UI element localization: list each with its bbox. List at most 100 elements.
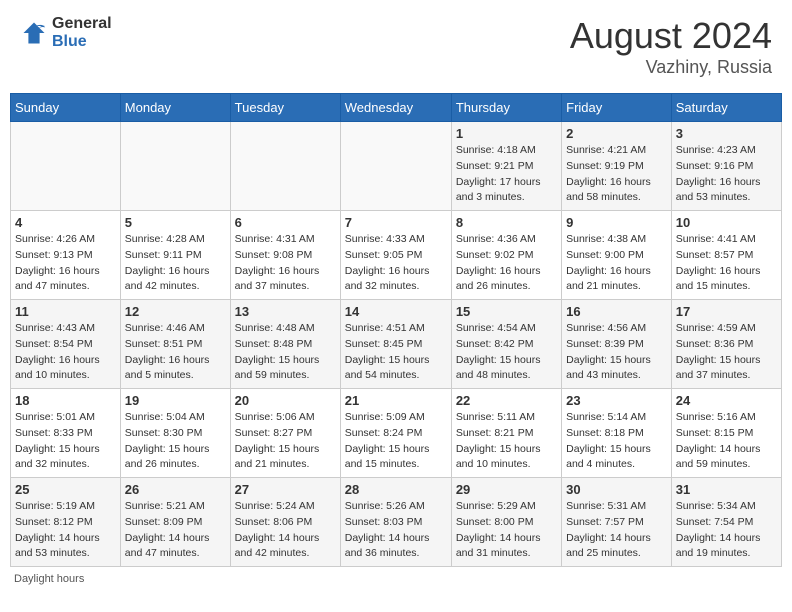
calendar-cell: 16Sunrise: 4:56 AM Sunset: 8:39 PM Dayli… (562, 300, 672, 389)
day-number: 8 (456, 215, 557, 230)
weekday-header: Monday (120, 94, 230, 122)
day-number: 26 (125, 482, 226, 497)
calendar-cell: 20 Sunrise: 5:06 AM Sunset: 8:27 PM Dayli… (230, 389, 340, 478)
calendar-cell (120, 122, 230, 211)
calendar-cell (11, 122, 121, 211)
day-number: 5 (125, 215, 226, 230)
day-info: Sunrise: 4:33 AM Sunset: 9:05 PM Dayligh… (345, 232, 447, 295)
day-number: 9 (566, 215, 667, 230)
calendar-cell: 15Sunrise: 4:54 AM Sunset: 8:42 PM Dayli… (451, 300, 561, 389)
calendar-cell: 11 Sunrise: 4:43 AM Sunset: 8:54 PM Dayli… (11, 300, 121, 389)
day-number: 24 (676, 393, 777, 408)
calendar-cell: 7 Sunrise: 4:33 AM Sunset: 9:05 PM Daylig… (340, 211, 451, 300)
calendar-cell: 9 Sunrise: 4:38 AM Sunset: 9:00 PM Daylig… (562, 211, 672, 300)
day-number: 30 (566, 482, 667, 497)
calendar-cell: 3 Sunrise: 4:23 AM Sunset: 9:16 PM Daylig… (671, 122, 781, 211)
day-info: Sunrise: 4:31 AM Sunset: 9:08 PM Dayligh… (235, 232, 336, 295)
calendar-cell: 31Sunrise: 5:34 AM Sunset: 7:54 PM Dayli… (671, 478, 781, 567)
calendar-cell: 22 Sunrise: 5:11 AM Sunset: 8:21 PM Dayli… (451, 389, 561, 478)
calendar-cell: 27Sunrise: 5:24 AM Sunset: 8:06 PM Dayli… (230, 478, 340, 567)
calendar-cell: 12 Sunrise: 4:46 AM Sunset: 8:51 PM Dayli… (120, 300, 230, 389)
day-info: Sunrise: 5:34 AM Sunset: 7:54 PM Dayligh… (676, 499, 777, 562)
calendar-cell: 10 Sunrise: 4:41 AM Sunset: 8:57 PM Dayli… (671, 211, 781, 300)
day-number: 6 (235, 215, 336, 230)
day-number: 13 (235, 304, 336, 319)
footer-note: Daylight hours (10, 573, 782, 585)
day-number: 23 (566, 393, 667, 408)
calendar-cell (230, 122, 340, 211)
calendar-cell: 26 Sunrise: 5:21 AM Sunset: 8:09 PM Dayli… (120, 478, 230, 567)
daylight-label: Daylight hours (14, 573, 84, 585)
day-number: 17 (676, 304, 777, 319)
calendar-cell: 6 Sunrise: 4:31 AM Sunset: 9:08 PM Daylig… (230, 211, 340, 300)
calendar-cell: 18 Sunrise: 5:01 AM Sunset: 8:33 PM Dayli… (11, 389, 121, 478)
day-info: Sunrise: 4:36 AM Sunset: 9:02 PM Dayligh… (456, 232, 557, 295)
calendar-cell: 13 Sunrise: 4:48 AM Sunset: 8:48 PM Dayli… (230, 300, 340, 389)
day-number: 2 (566, 126, 667, 141)
day-info: Sunrise: 4:23 AM Sunset: 9:16 PM Dayligh… (676, 143, 777, 206)
calendar-cell: 14Sunrise: 4:51 AM Sunset: 8:45 PM Dayli… (340, 300, 451, 389)
day-number: 12 (125, 304, 226, 319)
day-info: Sunrise: 5:09 AM Sunset: 8:24 PM Dayligh… (345, 410, 447, 473)
day-info: Sunrise: 5:01 AM Sunset: 8:33 PM Dayligh… (15, 410, 116, 473)
day-info: Sunrise: 5:31 AM Sunset: 7:57 PM Dayligh… (566, 499, 667, 562)
day-info: Sunrise: 5:14 AM Sunset: 8:18 PM Dayligh… (566, 410, 667, 473)
calendar-cell: 5 Sunrise: 4:28 AM Sunset: 9:11 PM Daylig… (120, 211, 230, 300)
calendar-cell (340, 122, 451, 211)
day-number: 22 (456, 393, 557, 408)
day-number: 7 (345, 215, 447, 230)
weekday-header: Friday (562, 94, 672, 122)
weekday-header: Saturday (671, 94, 781, 122)
calendar-cell: 2 Sunrise: 4:21 AM Sunset: 9:19 PM Daylig… (562, 122, 672, 211)
day-info: Sunrise: 5:21 AM Sunset: 8:09 PM Dayligh… (125, 499, 226, 562)
day-info: Sunrise: 5:11 AM Sunset: 8:21 PM Dayligh… (456, 410, 557, 473)
month-title: August 2024 (570, 15, 772, 57)
page-header: General Blue August 2024 Vazhiny, Russia (10, 10, 782, 83)
day-number: 18 (15, 393, 116, 408)
day-number: 3 (676, 126, 777, 141)
calendar-cell: 8 Sunrise: 4:36 AM Sunset: 9:02 PM Daylig… (451, 211, 561, 300)
day-number: 25 (15, 482, 116, 497)
day-info: Sunrise: 4:59 AM Sunset: 8:36 PM Dayligh… (676, 321, 777, 384)
logo-icon (20, 19, 48, 47)
calendar-week-row: 18 Sunrise: 5:01 AM Sunset: 8:33 PM Dayli… (11, 389, 782, 478)
day-info: Sunrise: 4:28 AM Sunset: 9:11 PM Dayligh… (125, 232, 226, 295)
weekday-header: Thursday (451, 94, 561, 122)
day-info: Sunrise: 4:21 AM Sunset: 9:19 PM Dayligh… (566, 143, 667, 206)
calendar-table: SundayMondayTuesdayWednesdayThursdayFrid… (10, 93, 782, 567)
day-info: Sunrise: 4:26 AM Sunset: 9:13 PM Dayligh… (15, 232, 116, 295)
day-number: 16 (566, 304, 667, 319)
weekday-header: Tuesday (230, 94, 340, 122)
calendar-week-row: 11 Sunrise: 4:43 AM Sunset: 8:54 PM Dayli… (11, 300, 782, 389)
calendar-cell: 17 Sunrise: 4:59 AM Sunset: 8:36 PM Dayli… (671, 300, 781, 389)
day-info: Sunrise: 5:24 AM Sunset: 8:06 PM Dayligh… (235, 499, 336, 562)
day-info: Sunrise: 5:16 AM Sunset: 8:15 PM Dayligh… (676, 410, 777, 473)
calendar-cell: 4 Sunrise: 4:26 AM Sunset: 9:13 PM Daylig… (11, 211, 121, 300)
day-number: 10 (676, 215, 777, 230)
title-block: August 2024 Vazhiny, Russia (570, 15, 772, 78)
logo-blue: Blue (52, 33, 112, 51)
day-info: Sunrise: 5:06 AM Sunset: 8:27 PM Dayligh… (235, 410, 336, 473)
day-info: Sunrise: 4:46 AM Sunset: 8:51 PM Dayligh… (125, 321, 226, 384)
day-info: Sunrise: 5:04 AM Sunset: 8:30 PM Dayligh… (125, 410, 226, 473)
calendar-week-row: 25Sunrise: 5:19 AM Sunset: 8:12 PM Dayli… (11, 478, 782, 567)
calendar-cell: 19Sunrise: 5:04 AM Sunset: 8:30 PM Dayli… (120, 389, 230, 478)
day-number: 20 (235, 393, 336, 408)
day-info: Sunrise: 4:41 AM Sunset: 8:57 PM Dayligh… (676, 232, 777, 295)
day-number: 4 (15, 215, 116, 230)
day-number: 15 (456, 304, 557, 319)
day-info: Sunrise: 5:26 AM Sunset: 8:03 PM Dayligh… (345, 499, 447, 562)
calendar-header-row: SundayMondayTuesdayWednesdayThursdayFrid… (11, 94, 782, 122)
calendar-cell: 29Sunrise: 5:29 AM Sunset: 8:00 PM Dayli… (451, 478, 561, 567)
logo-text: General Blue (52, 15, 112, 51)
calendar-cell: 21Sunrise: 5:09 AM Sunset: 8:24 PM Dayli… (340, 389, 451, 478)
logo-general: General (52, 15, 112, 33)
day-number: 29 (456, 482, 557, 497)
day-info: Sunrise: 4:48 AM Sunset: 8:48 PM Dayligh… (235, 321, 336, 384)
day-number: 11 (15, 304, 116, 319)
day-number: 28 (345, 482, 447, 497)
location-title: Vazhiny, Russia (570, 57, 772, 78)
logo: General Blue (20, 15, 112, 51)
day-info: Sunrise: 4:43 AM Sunset: 8:54 PM Dayligh… (15, 321, 116, 384)
day-info: Sunrise: 4:38 AM Sunset: 9:00 PM Dayligh… (566, 232, 667, 295)
